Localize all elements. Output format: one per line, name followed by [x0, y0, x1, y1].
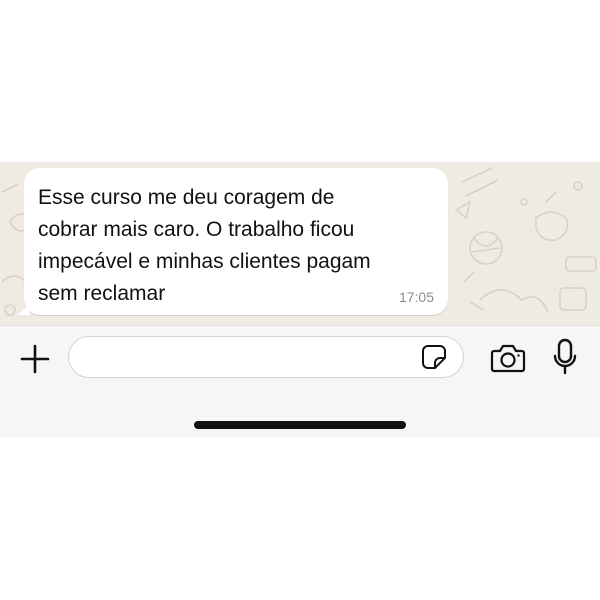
input-bar	[0, 325, 600, 437]
message-line: cobrar mais caro. O trabalho ficou	[38, 218, 355, 241]
voice-message-button[interactable]	[550, 337, 580, 377]
sticker-icon	[422, 345, 446, 369]
chat-area: Esse curso me deu coragem de cobrar mais…	[0, 162, 600, 325]
home-indicator[interactable]	[194, 421, 406, 429]
message-line: Esse curso me deu coragem de	[38, 186, 335, 209]
microphone-icon	[553, 338, 577, 375]
sticker-button[interactable]	[418, 341, 450, 373]
camera-button[interactable]	[488, 340, 528, 376]
message-input[interactable]	[68, 336, 464, 378]
bubble-tail	[16, 299, 30, 315]
message-line: sem reclamar	[38, 282, 166, 305]
incoming-message-bubble[interactable]: Esse curso me deu coragem de cobrar mais…	[16, 168, 448, 315]
camera-icon	[490, 344, 526, 373]
message-line: impecável e minhas clientes pagam	[38, 250, 371, 273]
attach-button[interactable]	[16, 340, 54, 378]
message-timestamp: 17:05	[398, 289, 434, 305]
message-text: Esse curso me deu coragem de cobrar mais…	[38, 182, 434, 310]
plus-icon	[20, 344, 50, 374]
